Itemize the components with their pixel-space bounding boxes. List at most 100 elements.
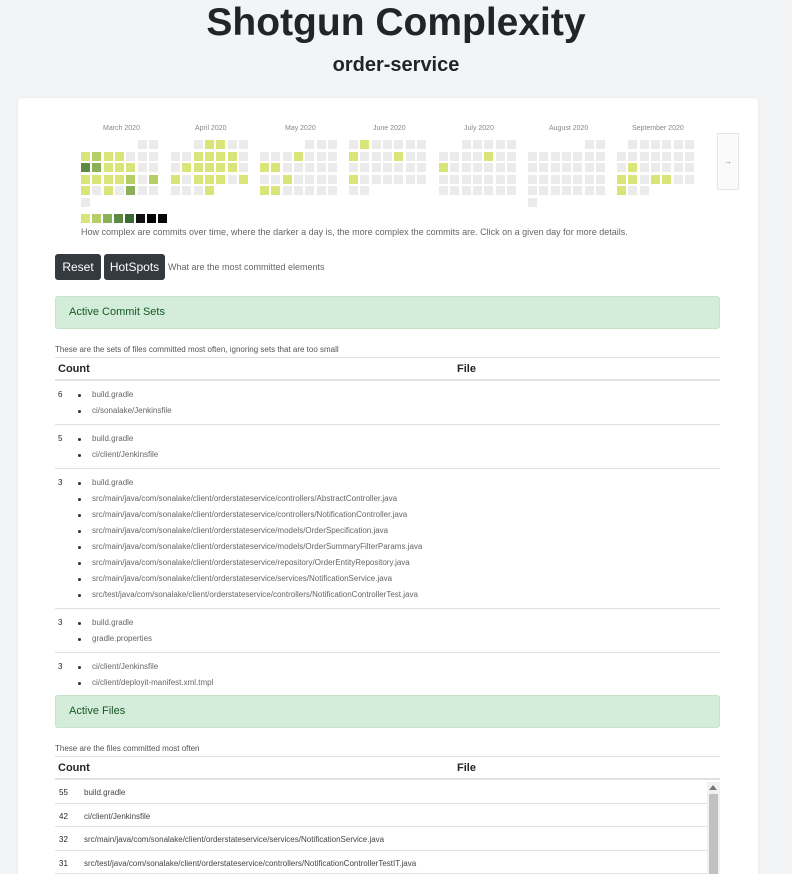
heatmap-day-cell[interactable]	[182, 174, 192, 184]
heatmap-day-cell[interactable]	[282, 151, 292, 161]
heatmap-day-cell[interactable]	[305, 163, 315, 172]
heatmap-day-cell[interactable]	[305, 174, 315, 184]
heatmap-day-cell[interactable]	[416, 151, 426, 161]
heatmap-day-cell[interactable]	[394, 140, 404, 149]
heatmap-day-cell[interactable]	[528, 197, 537, 207]
heatmap-day-cell[interactable]	[382, 174, 392, 184]
heatmap-day-cell[interactable]	[371, 140, 381, 149]
heatmap-day-cell[interactable]	[349, 140, 358, 149]
heatmap-day-cell[interactable]	[238, 140, 248, 149]
heatmap-day-cell[interactable]	[103, 186, 113, 195]
heatmap-day-cell[interactable]	[639, 140, 649, 149]
heatmap-day-cell[interactable]	[650, 174, 660, 184]
heatmap-day-cell[interactable]	[81, 163, 90, 172]
heatmap-day-cell[interactable]	[405, 174, 415, 184]
heatmap-day-cell[interactable]	[416, 174, 426, 184]
heatmap-day-cell[interactable]	[528, 186, 537, 195]
heatmap-day-cell[interactable]	[316, 140, 326, 149]
heatmap-day-cell[interactable]	[103, 174, 113, 184]
heatmap-day-cell[interactable]	[405, 151, 415, 161]
heatmap-day-cell[interactable]	[595, 163, 605, 172]
heatmap-day-cell[interactable]	[371, 174, 381, 184]
heatmap-day-cell[interactable]	[92, 174, 102, 184]
heatmap-day-cell[interactable]	[371, 163, 381, 172]
heatmap-day-cell[interactable]	[639, 151, 649, 161]
heatmap-day-cell[interactable]	[182, 163, 192, 172]
heatmap-day-cell[interactable]	[216, 174, 226, 184]
heatmap-day-cell[interactable]	[114, 151, 124, 161]
heatmap-day-cell[interactable]	[684, 163, 694, 172]
heatmap-day-cell[interactable]	[360, 140, 370, 149]
heatmap-day-cell[interactable]	[595, 140, 605, 149]
heatmap-day-cell[interactable]	[662, 174, 672, 184]
heatmap-day-cell[interactable]	[204, 140, 214, 149]
heatmap-day-cell[interactable]	[506, 163, 516, 172]
heatmap-day-cell[interactable]	[103, 151, 113, 161]
heatmap-day-cell[interactable]	[673, 151, 683, 161]
heatmap-day-cell[interactable]	[617, 151, 626, 161]
heatmap-day-cell[interactable]	[573, 163, 583, 172]
heatmap-day-cell[interactable]	[495, 151, 505, 161]
heatmap-day-cell[interactable]	[506, 151, 516, 161]
active-files-body[interactable]: 55 build.gradle 42 ci/client/Jenkinsfile 32 s…	[55, 780, 720, 874]
heatmap-day-cell[interactable]	[271, 186, 281, 195]
heatmap-day-cell[interactable]	[271, 163, 281, 172]
heatmap-day-cell[interactable]	[495, 140, 505, 149]
heatmap-day-cell[interactable]	[450, 163, 460, 172]
heatmap-day-cell[interactable]	[573, 151, 583, 161]
heatmap-day-cell[interactable]	[238, 163, 248, 172]
heatmap-day-cell[interactable]	[584, 151, 594, 161]
heatmap-day-cell[interactable]	[182, 186, 192, 195]
heatmap-day-cell[interactable]	[561, 174, 571, 184]
heatmap-day-cell[interactable]	[584, 163, 594, 172]
heatmap-day-cell[interactable]	[137, 151, 147, 161]
heatmap-day-cell[interactable]	[461, 174, 471, 184]
heatmap-day-cell[interactable]	[293, 174, 303, 184]
heatmap-day-cell[interactable]	[550, 163, 560, 172]
heatmap-day-cell[interactable]	[617, 186, 626, 195]
heatmap-day-cell[interactable]	[539, 163, 549, 172]
heatmap-day-cell[interactable]	[114, 174, 124, 184]
heatmap-day-cell[interactable]	[271, 151, 281, 161]
heatmap-day-cell[interactable]	[349, 151, 358, 161]
heatmap-day-cell[interactable]	[439, 163, 448, 172]
heatmap-day-cell[interactable]	[573, 174, 583, 184]
heatmap-day-cell[interactable]	[662, 163, 672, 172]
heatmap-day-cell[interactable]	[595, 174, 605, 184]
heatmap-day-cell[interactable]	[126, 151, 136, 161]
heatmap-day-cell[interactable]	[439, 186, 448, 195]
heatmap-day-cell[interactable]	[550, 174, 560, 184]
heatmap-day-cell[interactable]	[327, 186, 337, 195]
heatmap-day-cell[interactable]	[227, 163, 237, 172]
heatmap-day-cell[interactable]	[227, 151, 237, 161]
heatmap-day-cell[interactable]	[360, 174, 370, 184]
heatmap-day-cell[interactable]	[81, 197, 90, 207]
heatmap-day-cell[interactable]	[227, 174, 237, 184]
heatmap-day-cell[interactable]	[539, 186, 549, 195]
heatmap-day-cell[interactable]	[628, 163, 638, 172]
heatmap-day-cell[interactable]	[204, 151, 214, 161]
heatmap-day-cell[interactable]	[92, 163, 102, 172]
heatmap-day-cell[interactable]	[539, 174, 549, 184]
heatmap-day-cell[interactable]	[472, 140, 482, 149]
heatmap-day-cell[interactable]	[238, 151, 248, 161]
heatmap-day-cell[interactable]	[81, 174, 90, 184]
heatmap-day-cell[interactable]	[148, 151, 158, 161]
heatmap-day-cell[interactable]	[584, 140, 594, 149]
heatmap-day-cell[interactable]	[360, 163, 370, 172]
heatmap-day-cell[interactable]	[114, 163, 124, 172]
heatmap-day-cell[interactable]	[204, 163, 214, 172]
heatmap-day-cell[interactable]	[595, 151, 605, 161]
heatmap-day-cell[interactable]	[617, 174, 626, 184]
heatmap-day-cell[interactable]	[461, 140, 471, 149]
heatmap-day-cell[interactable]	[628, 151, 638, 161]
heatmap-day-cell[interactable]	[584, 174, 594, 184]
heatmap-day-cell[interactable]	[394, 163, 404, 172]
heatmap-day-cell[interactable]	[148, 163, 158, 172]
heatmap-day-cell[interactable]	[461, 186, 471, 195]
heatmap-day-cell[interactable]	[628, 174, 638, 184]
hotspots-button[interactable]: HotSpots	[104, 254, 165, 280]
heatmap-day-cell[interactable]	[639, 163, 649, 172]
heatmap-day-cell[interactable]	[327, 151, 337, 161]
heatmap-day-cell[interactable]	[617, 163, 626, 172]
